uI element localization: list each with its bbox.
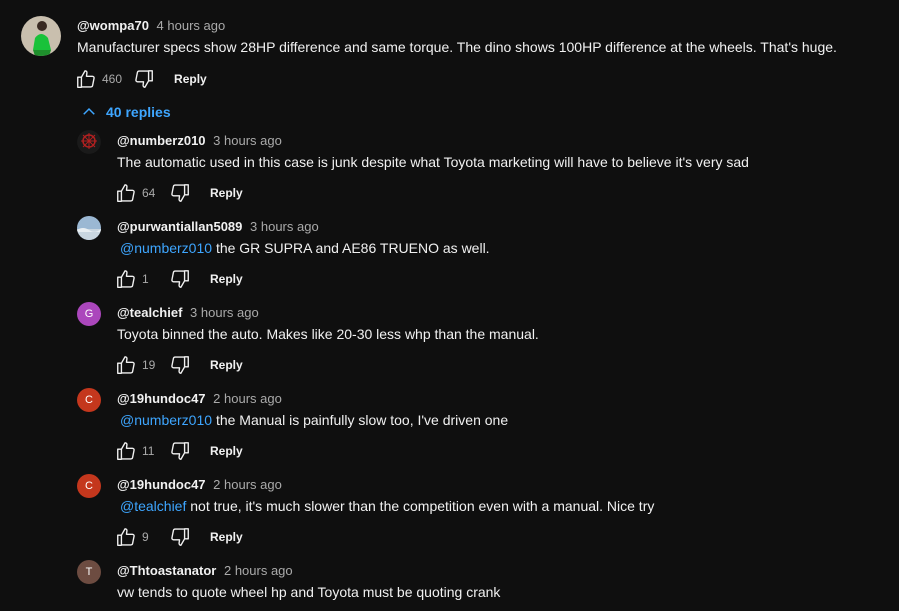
- comment-author[interactable]: @purwantiallan5089: [117, 219, 242, 234]
- comment-body: the GR SUPRA and AE86 TRUENO as well.: [215, 240, 490, 256]
- like-count: 19: [142, 358, 156, 372]
- reply-button[interactable]: Reply: [210, 530, 243, 544]
- thumbs-down-icon: [171, 356, 189, 374]
- thumbs-up-icon: [117, 184, 135, 202]
- avatar-emblem-icon: [77, 130, 101, 154]
- avatar[interactable]: C: [77, 388, 101, 412]
- thumbs-down-icon: [171, 184, 189, 202]
- dislike-button[interactable]: [168, 439, 192, 463]
- reply-button[interactable]: Reply: [210, 272, 243, 286]
- comment-author[interactable]: @Thtoastanator: [117, 563, 216, 578]
- comment-text: Toyota binned the auto. Makes like 20-30…: [117, 326, 539, 342]
- comment-text: @tealchief not true, it's much slower th…: [117, 498, 654, 514]
- avatar-letter: T: [85, 566, 93, 578]
- like-count: 1: [142, 272, 149, 286]
- comment-body: vw tends to quote wheel hp and Toyota mu…: [117, 584, 501, 600]
- like-count: 11: [142, 444, 155, 458]
- comment-author[interactable]: @wompa70: [77, 18, 149, 33]
- like-button[interactable]: [114, 353, 138, 377]
- avatar[interactable]: [77, 130, 101, 154]
- like-count: 64: [142, 186, 156, 200]
- comment-body: The automatic used in this case is junk …: [117, 154, 749, 170]
- comment-text: vw tends to quote wheel hp and Toyota mu…: [117, 584, 500, 600]
- like-button[interactable]: [74, 67, 98, 91]
- dislike-button[interactable]: [132, 67, 156, 91]
- replies-toggle-button[interactable]: 40 replies: [80, 101, 171, 123]
- thumbs-up-icon: [117, 528, 135, 546]
- replies-count-label: 40 replies: [106, 104, 171, 120]
- avatar-landscape-icon: [77, 216, 101, 240]
- comment-time[interactable]: 3 hours ago: [250, 219, 319, 234]
- like-button[interactable]: [114, 525, 138, 549]
- thumbs-down-icon: [171, 528, 189, 546]
- mention-link[interactable]: @numberz010: [120, 412, 212, 428]
- thumbs-down-icon: [171, 270, 189, 288]
- chevron-up-icon: [83, 107, 95, 115]
- avatar-letter: C: [85, 394, 93, 406]
- comment-time[interactable]: 2 hours ago: [213, 391, 282, 406]
- dislike-button[interactable]: [168, 181, 192, 205]
- like-button[interactable]: [114, 181, 138, 205]
- thumbs-up-icon: [117, 442, 135, 460]
- comment-time[interactable]: 2 hours ago: [213, 477, 282, 492]
- comment-text: @numberz010 the GR SUPRA and AE86 TRUENO…: [117, 240, 490, 256]
- avatar-letter: C: [85, 480, 93, 492]
- avatar[interactable]: C: [77, 474, 101, 498]
- thumbs-up-icon: [117, 270, 135, 288]
- comment-body: the Manual is painfully slow too, I've d…: [215, 412, 509, 428]
- comment-author[interactable]: @19hundoc47: [117, 477, 206, 492]
- avatar[interactable]: [77, 216, 101, 240]
- comment-time[interactable]: 4 hours ago: [157, 18, 226, 33]
- avatar[interactable]: [21, 16, 61, 56]
- thumbs-up-icon: [77, 70, 95, 88]
- like-button[interactable]: [114, 267, 138, 291]
- comment-author[interactable]: @numberz010: [117, 133, 206, 148]
- like-count: 9: [142, 530, 149, 544]
- comment-body: not true, it's much slower than the comp…: [190, 498, 655, 514]
- reply-button[interactable]: Reply: [210, 186, 243, 200]
- thumbs-down-icon: [135, 70, 153, 88]
- thumbs-down-icon: [171, 442, 189, 460]
- mention-link[interactable]: @numberz010: [120, 240, 212, 256]
- like-button[interactable]: [114, 439, 138, 463]
- dislike-button[interactable]: [168, 525, 192, 549]
- dislike-button[interactable]: [168, 267, 192, 291]
- mention-link[interactable]: @tealchief: [120, 498, 186, 514]
- like-count: 460: [102, 72, 123, 86]
- comment-body: Toyota binned the auto. Makes like 20-30…: [117, 326, 539, 342]
- thumbs-up-icon: [117, 356, 135, 374]
- comment-time[interactable]: 2 hours ago: [224, 563, 293, 578]
- avatar[interactable]: G: [77, 302, 101, 326]
- comment-time[interactable]: 3 hours ago: [213, 133, 282, 148]
- comment-text: The automatic used in this case is junk …: [117, 154, 749, 170]
- comment-author[interactable]: @19hundoc47: [117, 391, 206, 406]
- reply-button[interactable]: Reply: [210, 444, 243, 458]
- avatar[interactable]: T: [77, 560, 101, 584]
- reply-button[interactable]: Reply: [210, 358, 243, 372]
- avatar-figure-icon: [33, 21, 51, 56]
- reply-button[interactable]: Reply: [174, 72, 207, 86]
- comment-text: @numberz010 the Manual is painfully slow…: [117, 412, 508, 428]
- comment-author[interactable]: @tealchief: [117, 305, 182, 320]
- avatar-letter: G: [84, 308, 94, 320]
- comment-time[interactable]: 3 hours ago: [190, 305, 259, 320]
- comment-text: Manufacturer specs show 28HP difference …: [77, 39, 837, 55]
- dislike-button[interactable]: [168, 353, 192, 377]
